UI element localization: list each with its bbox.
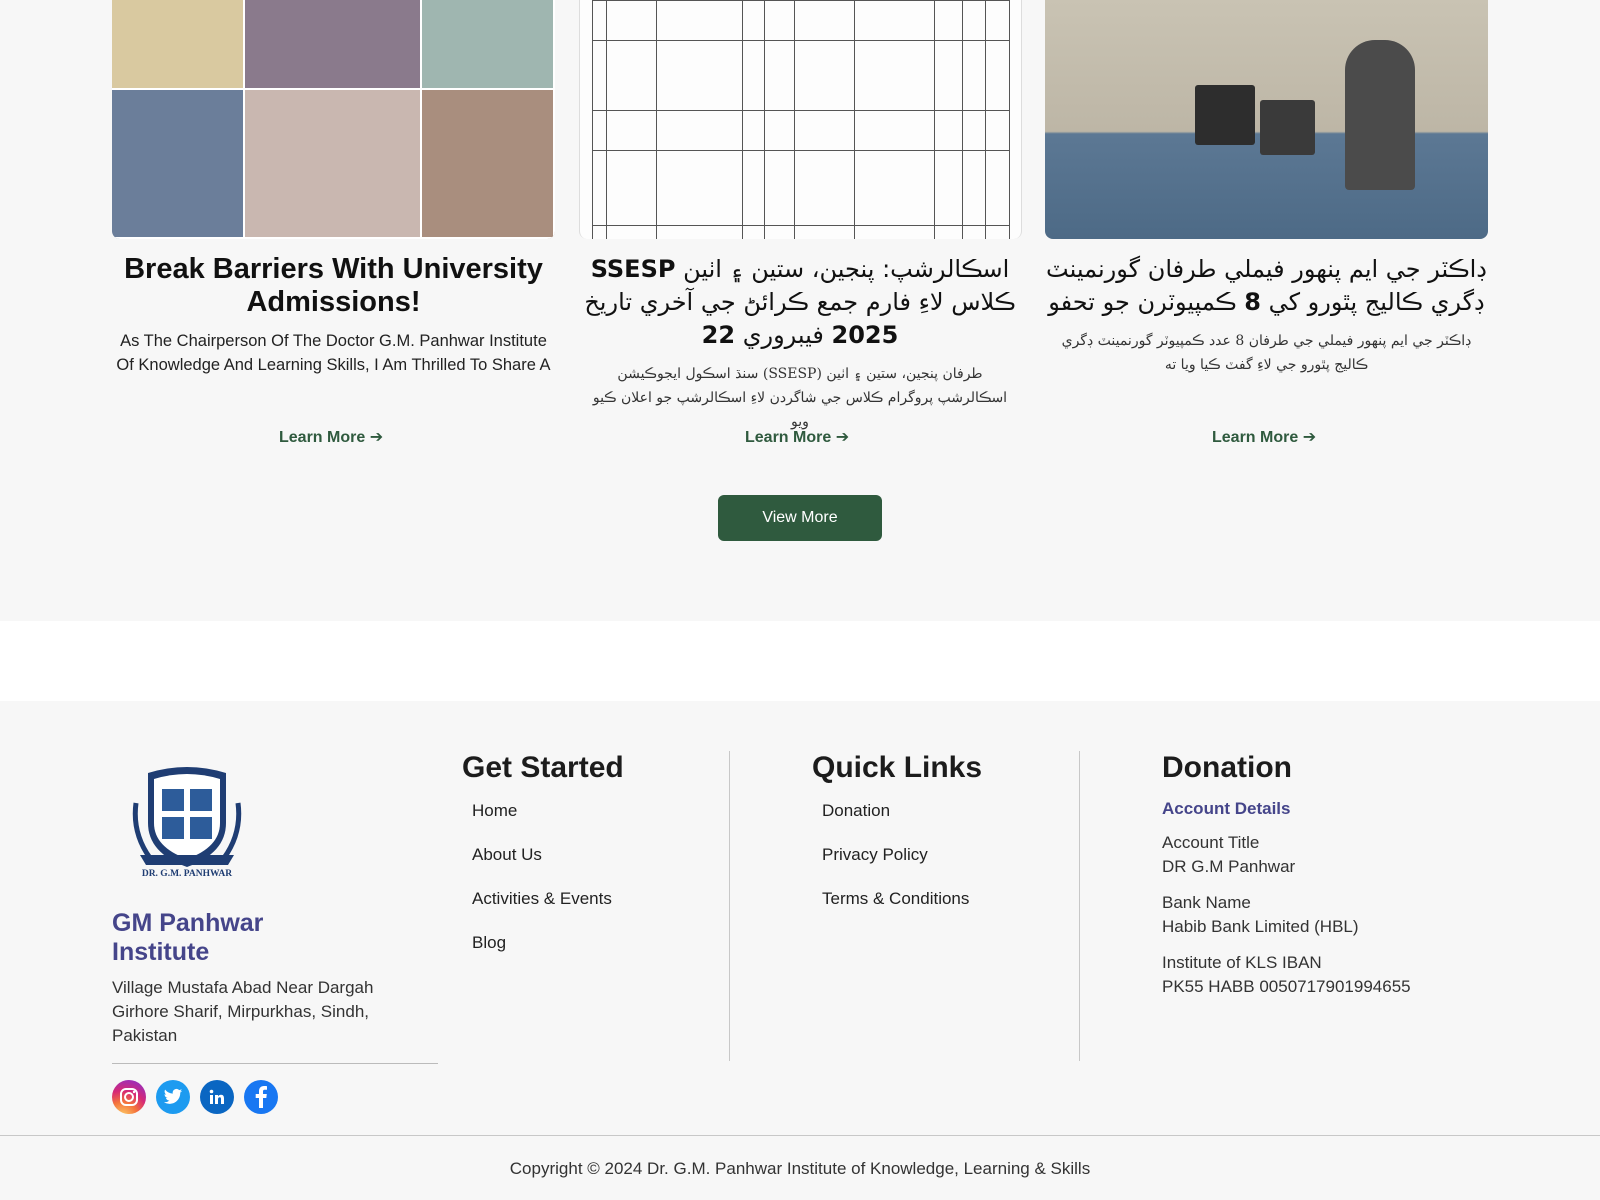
card-title[interactable]: Break Barriers With University Admission… bbox=[112, 253, 555, 319]
footer-link-privacy[interactable]: Privacy Policy bbox=[822, 845, 928, 864]
bank-name: Bank Name Habib Bank Limited (HBL) bbox=[1162, 893, 1359, 936]
footer-heading: Quick Links bbox=[812, 751, 983, 784]
card-image-photo[interactable] bbox=[1045, 0, 1488, 239]
footer-col-get-started: Get Started Home About Us Activities & E… bbox=[462, 751, 624, 977]
account-details-heading: Account Details bbox=[1162, 799, 1291, 818]
blog-cards: Break Barriers With University Admission… bbox=[112, 0, 1488, 460]
twitter-icon[interactable] bbox=[156, 1080, 190, 1114]
org-address: Village Mustafa Abad Near Dargah Girhore… bbox=[112, 978, 374, 1045]
instagram-icon[interactable] bbox=[112, 1080, 146, 1114]
institute-logo-icon[interactable]: DR. G.M. PANHWAR bbox=[130, 763, 244, 883]
footer-link-blog[interactable]: Blog bbox=[472, 933, 506, 952]
divider bbox=[112, 1063, 438, 1064]
site-footer: DR. G.M. PANHWAR GM Panhwar Institute Vi… bbox=[0, 701, 1600, 1200]
card-image-document[interactable] bbox=[578, 0, 1022, 239]
footer-col-quick-links: Quick Links Donation Privacy Policy Term… bbox=[812, 751, 982, 933]
divider bbox=[1079, 751, 1080, 1061]
divider bbox=[0, 1135, 1600, 1136]
svg-text:DR. G.M. PANHWAR: DR. G.M. PANHWAR bbox=[142, 869, 232, 879]
card-image-collage[interactable] bbox=[112, 0, 555, 239]
learn-more-link[interactable]: Learn More ➔ bbox=[279, 427, 383, 447]
linkedin-icon[interactable] bbox=[200, 1080, 234, 1114]
account-title: Account Title DR G.M Panhwar bbox=[1162, 833, 1296, 876]
blog-card: Break Barriers With University Admission… bbox=[112, 0, 555, 460]
footer-heading: Donation bbox=[1162, 751, 1292, 784]
copyright-text: Copyright © 2024 Dr. G.M. Panhwar Instit… bbox=[509, 1159, 1091, 1178]
footer-link-about[interactable]: About Us bbox=[472, 845, 542, 864]
footer-link-activities[interactable]: Activities & Events bbox=[472, 889, 612, 908]
footer-link-home[interactable]: Home bbox=[472, 801, 517, 820]
card-excerpt: As The Chairperson Of The Doctor G.M. Pa… bbox=[116, 332, 551, 374]
org-name: GM Panhwar Institute bbox=[112, 909, 264, 966]
footer-heading: Get Started bbox=[462, 751, 624, 784]
footer-col-donation: Donation Account Details Account Title D… bbox=[1162, 751, 1411, 999]
divider bbox=[729, 751, 730, 1061]
iban: Institute of KLS IBAN PK55 HABB 00507179… bbox=[1162, 953, 1411, 996]
footer-link-donation[interactable]: Donation bbox=[822, 801, 890, 820]
section-spacer bbox=[0, 621, 1600, 701]
card-excerpt: ڊاڪٽر جي ايم پنھور فيملي جي طرفان 8 عدد … bbox=[1061, 333, 1472, 373]
social-links bbox=[112, 1080, 278, 1114]
view-more-button[interactable]: View More bbox=[718, 495, 882, 541]
blog-card: ڊاڪٽر جي ايم پنھور فيملي طرفان گورنمينٽ … bbox=[1045, 0, 1488, 460]
card-title[interactable]: ڊاڪٽر جي ايم پنھور فيملي طرفان گورنمينٽ … bbox=[1046, 253, 1487, 319]
card-excerpt: طرفان پنجين، ستين ۽ اٺين (SSESP) سنڌ اسڪ… bbox=[592, 366, 1008, 430]
card-title[interactable]: اسڪالرشپ: پنجين، ستين ۽ اٺين SSESP ڪلاس … bbox=[584, 253, 1015, 352]
learn-more-link[interactable]: Learn More ➔ bbox=[745, 427, 849, 447]
learn-more-link[interactable]: Learn More ➔ bbox=[1212, 427, 1316, 447]
facebook-icon[interactable] bbox=[244, 1080, 278, 1114]
blog-card: اسڪالرشپ: پنجين، ستين ۽ اٺين SSESP ڪلاس … bbox=[578, 0, 1022, 460]
footer-link-terms[interactable]: Terms & Conditions bbox=[822, 889, 969, 908]
